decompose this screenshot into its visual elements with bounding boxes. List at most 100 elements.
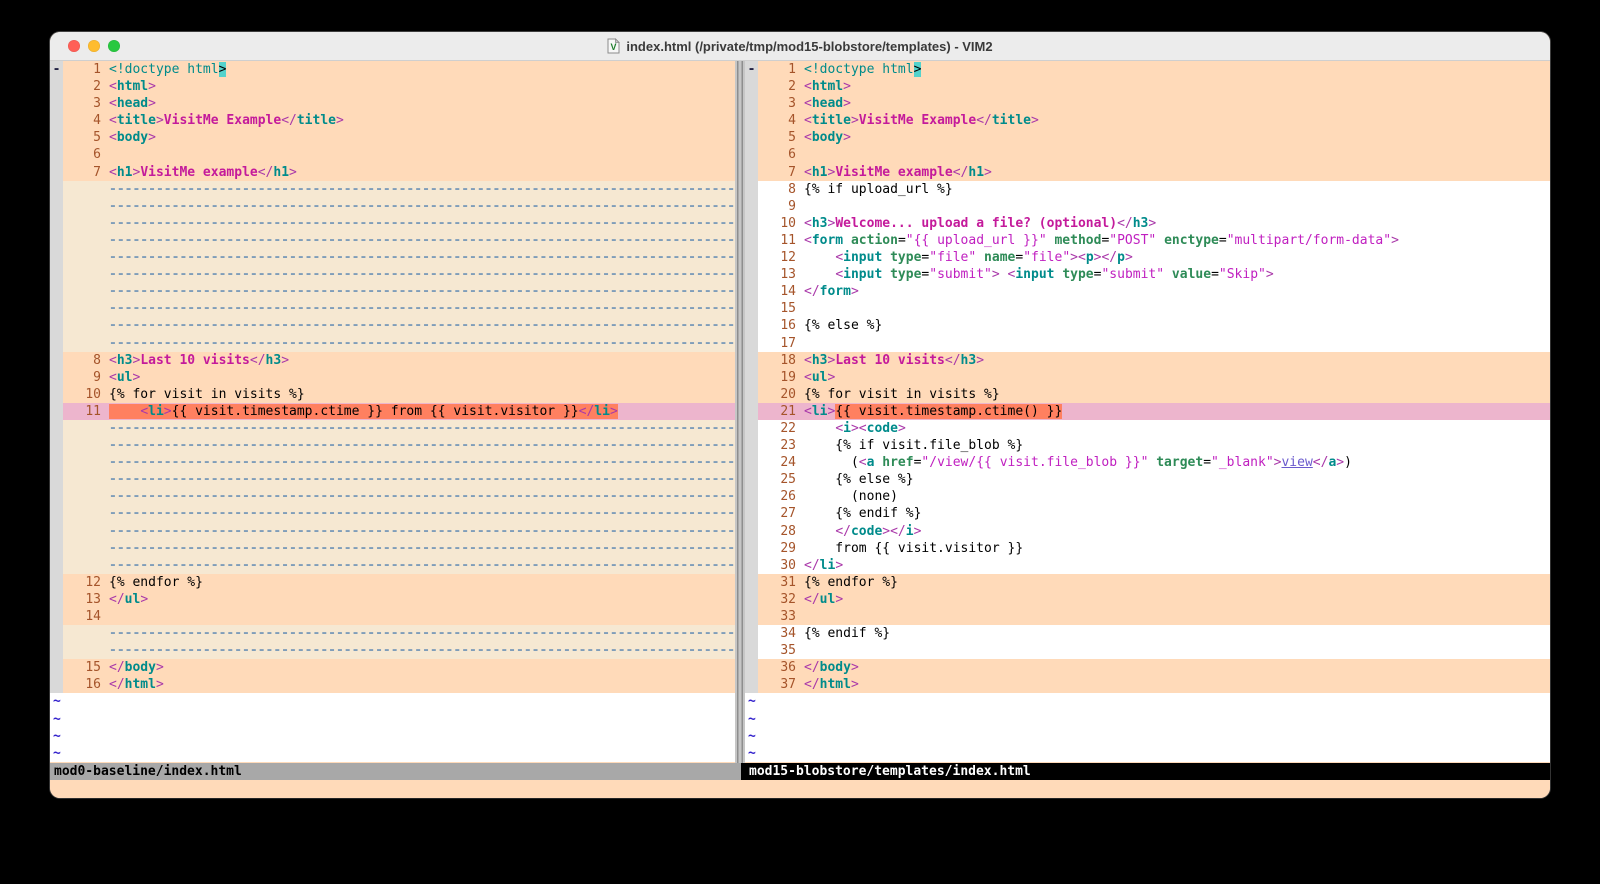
code-line[interactable]: 31{% endfor %}: [745, 574, 1550, 591]
fold-column-cell: [745, 283, 758, 300]
syntax-run: >: [156, 677, 164, 692]
code-line[interactable]: 8{% if upload_url %}: [745, 181, 1550, 198]
code-line[interactable]: 9<ul>: [50, 369, 735, 386]
code-line[interactable]: 37</html>: [745, 676, 1550, 693]
line-number: 19: [758, 369, 804, 386]
code-line[interactable]: 22 <i><code>: [745, 420, 1550, 437]
minimize-button[interactable]: [88, 40, 100, 52]
code-line[interactable]: 6: [745, 146, 1550, 163]
fold-column-cell: [745, 232, 758, 249]
code-line[interactable]: 12{% endfor %}: [50, 574, 735, 591]
syntax-run: [882, 267, 890, 282]
code-line[interactable]: 36</body>: [745, 659, 1550, 676]
syntax-run: li: [812, 404, 828, 419]
code-line[interactable]: 34{% endif %}: [745, 625, 1550, 642]
syntax-run: title: [117, 113, 156, 128]
empty-buffer-line: ~: [50, 745, 735, 762]
fold-column-cell: [50, 523, 63, 540]
line-text: ----------------------------------------…: [109, 437, 735, 454]
code-line[interactable]: 27 {% endif %}: [745, 505, 1550, 522]
code-line[interactable]: 21<li>{{ visit.timestamp.ctime() }}: [745, 403, 1550, 420]
code-line[interactable]: 10<h3>Welcome... upload a file? (optiona…: [745, 215, 1550, 232]
code-line[interactable]: 11 <li>{{ visit.timestamp.ctime }} from …: [50, 403, 735, 420]
fold-column-cell: [745, 591, 758, 608]
code-line[interactable]: 4<title>VisitMe Example</title>: [50, 112, 735, 129]
code-line[interactable]: 11<form action="{{ upload_url }}" method…: [745, 232, 1550, 249]
code-line[interactable]: 14: [50, 608, 735, 625]
code-line[interactable]: 16{% else %}: [745, 317, 1550, 334]
code-line[interactable]: 30</li>: [745, 557, 1550, 574]
code-line[interactable]: 23 {% if visit.file_blob %}: [745, 437, 1550, 454]
code-line[interactable]: -1<!doctype html>: [745, 61, 1550, 78]
code-line[interactable]: 20{% for visit in visits %}: [745, 386, 1550, 403]
fold-column-cell: [745, 129, 758, 146]
syntax-run: VisitMe example: [835, 165, 952, 180]
vertical-split-separator[interactable]: [735, 61, 745, 763]
code-line[interactable]: 2<html>: [745, 78, 1550, 95]
zoom-button[interactable]: [108, 40, 120, 52]
diff-filler-line: ----------------------------------------…: [50, 642, 735, 659]
line-text: [804, 608, 1550, 625]
line-number: 16: [63, 676, 109, 693]
line-number: 21: [758, 403, 804, 420]
eof-tilde: ~: [745, 693, 756, 710]
line-text: <title>VisitMe Example</title>: [804, 112, 1550, 129]
code-line[interactable]: 19<ul>: [745, 369, 1550, 386]
code-line[interactable]: 15: [745, 300, 1550, 317]
code-line[interactable]: 6: [50, 146, 735, 163]
syntax-run: [882, 250, 890, 265]
syntax-run: >: [148, 130, 156, 145]
syntax-run: {% endif %}: [804, 506, 921, 521]
code-line[interactable]: 7<h1>VisitMe example</h1>: [745, 164, 1550, 181]
code-line[interactable]: 28 </code></i>: [745, 523, 1550, 540]
fold-column-cell: [745, 95, 758, 112]
code-line[interactable]: 16</html>: [50, 676, 735, 693]
pane-right-buffer[interactable]: -1<!doctype html> 2<html> 3<head> 4<titl…: [745, 61, 1550, 763]
fold-column-cell: [50, 181, 63, 198]
code-line[interactable]: 13</ul>: [50, 591, 735, 608]
code-line[interactable]: 5<body>: [745, 129, 1550, 146]
syntax-run: VisitMe Example: [859, 113, 976, 128]
code-line[interactable]: 9: [745, 198, 1550, 215]
empty-buffer-line: ~: [745, 693, 1550, 710]
code-line[interactable]: 12 <input type="file" name="file"><p></p…: [745, 249, 1550, 266]
code-line[interactable]: 14</form>: [745, 283, 1550, 300]
code-line[interactable]: 4<title>VisitMe Example</title>: [745, 112, 1550, 129]
code-line[interactable]: 18<h3>Last 10 visits</h3>: [745, 352, 1550, 369]
code-line[interactable]: -1<!doctype html>: [50, 61, 735, 78]
code-line[interactable]: 32</ul>: [745, 591, 1550, 608]
code-line[interactable]: 26 (none): [745, 488, 1550, 505]
code-line[interactable]: 15</body>: [50, 659, 735, 676]
statusline-left[interactable]: mod0-baseline/index.html: [50, 763, 741, 780]
close-button[interactable]: [68, 40, 80, 52]
code-line[interactable]: 10{% for visit in visits %}: [50, 386, 735, 403]
code-line[interactable]: 5<body>: [50, 129, 735, 146]
statusline-right[interactable]: mod15-blobstore/templates/index.html: [741, 763, 1550, 780]
syntax-run: [109, 404, 140, 419]
diff-filler-line: ----------------------------------------…: [50, 317, 735, 334]
pane-left-buffer[interactable]: -1<!doctype html> 2<html> 3<head> 4<titl…: [50, 61, 735, 763]
empty-buffer-line: ~: [745, 745, 1550, 762]
code-line[interactable]: 24 (<a href="/view/{{ visit.file_blob }}…: [745, 454, 1550, 471]
code-line[interactable]: 35: [745, 642, 1550, 659]
syntax-run: >: [827, 370, 835, 385]
code-line[interactable]: 8<h3>Last 10 visits</h3>: [50, 352, 735, 369]
fold-column-cell: [50, 112, 63, 129]
code-line[interactable]: 13 <input type="submit"> <input type="su…: [745, 266, 1550, 283]
code-line[interactable]: 3<head>: [50, 95, 735, 112]
code-line[interactable]: 17: [745, 335, 1550, 352]
code-line[interactable]: 7<h1>VisitMe example</h1>: [50, 164, 735, 181]
code-line[interactable]: 25 {% else %}: [745, 471, 1550, 488]
code-line[interactable]: 3<head>: [745, 95, 1550, 112]
line-text: <li>{{ visit.timestamp.ctime() }}: [804, 403, 1550, 420]
window-title-wrap: V index.html (/private/tmp/mod15-blobsto…: [607, 38, 992, 54]
code-line[interactable]: 29 from {{ visit.visitor }}: [745, 540, 1550, 557]
fold-column-cell: [50, 335, 63, 352]
fold-column-cell: [50, 608, 63, 625]
fold-column-cell: [50, 266, 63, 283]
code-line[interactable]: 33: [745, 608, 1550, 625]
window-titlebar[interactable]: V index.html (/private/tmp/mod15-blobsto…: [50, 32, 1550, 61]
diff-filler-line: ----------------------------------------…: [50, 471, 735, 488]
line-text: <title>VisitMe Example</title>: [109, 112, 735, 129]
code-line[interactable]: 2<html>: [50, 78, 735, 95]
